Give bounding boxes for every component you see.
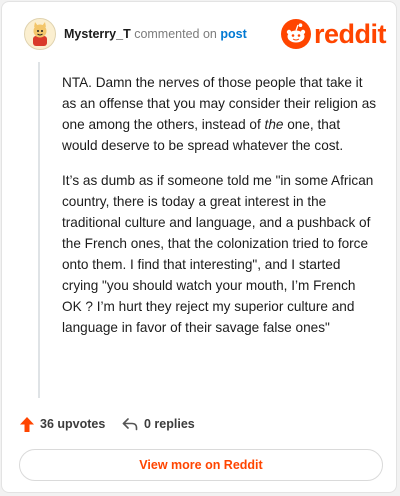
comment-paragraph-2: It’s as dumb as if someone told me "in s… (62, 173, 374, 335)
username[interactable]: Mysterry_T (64, 27, 131, 41)
commented-on-text: commented on (134, 27, 217, 41)
comment-meta: Mysterry_T commented on post (64, 27, 247, 41)
upvotes-count: 36 upvotes (40, 417, 106, 431)
replies-count: 0 replies (144, 417, 195, 431)
view-more-button[interactable]: View more on Reddit (19, 449, 383, 481)
emphasis-text: the (264, 117, 284, 132)
post-link[interactable]: post (220, 27, 246, 41)
reddit-logo[interactable]: reddit (280, 18, 387, 50)
comment-paragraph-1: NTA. Damn the nerves of those people tha… (62, 75, 377, 153)
comment-body: NTA. Damn the nerves of those people tha… (62, 72, 378, 352)
user-avatar[interactable] (24, 18, 56, 50)
comment-card: Mysterry_T commented on post reddit NTA.… (1, 1, 397, 493)
snoo-icon (280, 19, 311, 49)
reply-arrow-icon (122, 418, 138, 431)
upvotes-stat[interactable]: 36 upvotes (20, 414, 105, 434)
replies-stat[interactable]: 0 replies (122, 414, 195, 434)
upvote-arrow-icon (20, 416, 34, 432)
avatar-character-icon (25, 19, 55, 49)
reddit-wordmark: reddit (313, 18, 387, 49)
thread-line (38, 62, 40, 398)
comment-header: Mysterry_T commented on post reddit (24, 18, 387, 54)
